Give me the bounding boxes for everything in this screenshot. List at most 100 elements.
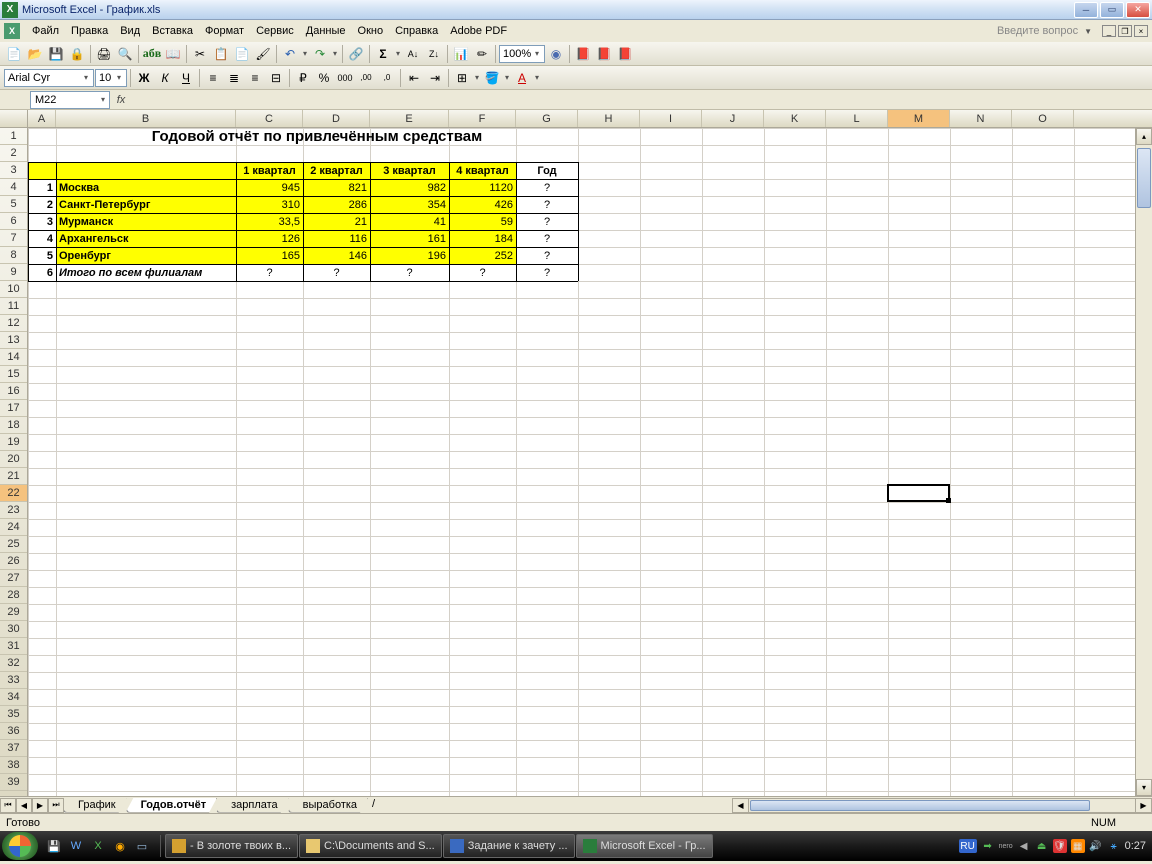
cell-B4[interactable]: Москва	[56, 179, 236, 196]
menu-edit[interactable]: Правка	[65, 23, 114, 39]
cell-B9[interactable]: Итого по всем филиалам	[56, 264, 236, 281]
row-header-21[interactable]: 21	[0, 468, 27, 485]
cell-C8[interactable]: 165	[236, 247, 303, 264]
name-box[interactable]: M22▾	[30, 91, 110, 109]
sheet-tab-Годов.отчёт[interactable]: Годов.отчёт	[126, 798, 218, 813]
tray-network-icon[interactable]: ▦	[1071, 839, 1085, 853]
row-header-30[interactable]: 30	[0, 621, 27, 638]
hscroll-thumb[interactable]	[750, 800, 1090, 811]
row-header-31[interactable]: 31	[0, 638, 27, 655]
cell-C3[interactable]: 1 квартал	[236, 162, 303, 179]
tray-bluetooth-icon[interactable]: ⚹	[1107, 839, 1121, 853]
sheet-tab-зарплата[interactable]: зарплата	[216, 798, 289, 813]
column-header-D[interactable]: D	[303, 110, 370, 127]
row-header-33[interactable]: 33	[0, 672, 27, 689]
row-header-11[interactable]: 11	[0, 298, 27, 315]
spellcheck-button[interactable]: абв	[142, 44, 162, 64]
zoom-box[interactable]: 100%▾	[499, 45, 545, 63]
cell-C4[interactable]: 945	[236, 179, 303, 196]
row-header-2[interactable]: 2	[0, 145, 27, 162]
row-header-7[interactable]: 7	[0, 230, 27, 247]
pdf-review-button[interactable]: 📕	[615, 44, 635, 64]
cell-C6[interactable]: 33,5	[236, 213, 303, 230]
taskbar-item[interactable]: Microsoft Excel - Гр...	[576, 834, 713, 858]
cell-E9[interactable]: ?	[370, 264, 449, 281]
doc-minimize-button[interactable]: _	[1102, 25, 1116, 37]
cell-F5[interactable]: 426	[449, 196, 516, 213]
select-all-corner[interactable]	[0, 110, 28, 127]
increase-decimal-button[interactable]: ,00	[356, 68, 376, 88]
cell-B6[interactable]: Мурманск	[56, 213, 236, 230]
cell-F7[interactable]: 184	[449, 230, 516, 247]
cell-E7[interactable]: 161	[370, 230, 449, 247]
column-header-L[interactable]: L	[826, 110, 888, 127]
cell-B3[interactable]	[56, 162, 236, 179]
tab-next-button[interactable]: ▶	[32, 798, 48, 813]
align-left-button[interactable]: ≡	[203, 68, 223, 88]
currency-button[interactable]: ₽	[293, 68, 313, 88]
column-header-A[interactable]: A	[28, 110, 56, 127]
tab-last-button[interactable]: ⏭	[48, 798, 64, 813]
cell-G3[interactable]: Год	[516, 162, 578, 179]
fx-button[interactable]: fx	[112, 94, 130, 106]
row-header-5[interactable]: 5	[0, 196, 27, 213]
autosum-dropdown[interactable]: ▾	[394, 49, 402, 58]
start-button[interactable]	[2, 832, 38, 860]
menu-insert[interactable]: Вставка	[146, 23, 199, 39]
help-search-hint[interactable]: Введите вопрос	[997, 25, 1082, 37]
row-header-35[interactable]: 35	[0, 706, 27, 723]
ql-desktop-icon[interactable]: ▭	[132, 836, 152, 856]
cell-G7[interactable]: ?	[516, 230, 578, 247]
new-button[interactable]: 📄	[4, 44, 24, 64]
doc-close-button[interactable]: ×	[1134, 25, 1148, 37]
menu-view[interactable]: Вид	[114, 23, 146, 39]
cell-F3[interactable]: 4 квартал	[449, 162, 516, 179]
column-header-M[interactable]: M	[888, 110, 950, 127]
tray-arrow-icon[interactable]: ➡	[981, 839, 995, 853]
cell-B8[interactable]: Оренбург	[56, 247, 236, 264]
row-header-3[interactable]: 3	[0, 162, 27, 179]
row-header-29[interactable]: 29	[0, 604, 27, 621]
hyperlink-button[interactable]: 🔗	[346, 44, 366, 64]
column-header-J[interactable]: J	[702, 110, 764, 127]
bold-button[interactable]: Ж	[134, 68, 154, 88]
hscroll-left-button[interactable]: ◀	[733, 799, 749, 812]
save-button[interactable]: 💾	[46, 44, 66, 64]
column-header-H[interactable]: H	[578, 110, 640, 127]
chart-wizard-button[interactable]: 📊	[451, 44, 471, 64]
menu-window[interactable]: Окно	[352, 23, 390, 39]
decrease-indent-button[interactable]: ⇤	[404, 68, 424, 88]
row-header-9[interactable]: 9	[0, 264, 27, 281]
hscroll-right-button[interactable]: ▶	[1135, 799, 1151, 812]
row-header-17[interactable]: 17	[0, 400, 27, 417]
row-header-24[interactable]: 24	[0, 519, 27, 536]
merge-center-button[interactable]: ⊟	[266, 68, 286, 88]
row-header-34[interactable]: 34	[0, 689, 27, 706]
row-header-38[interactable]: 38	[0, 757, 27, 774]
menu-tools[interactable]: Сервис	[250, 23, 300, 39]
permission-button[interactable]: 🔒	[67, 44, 87, 64]
ql-media-icon[interactable]: ◉	[110, 836, 130, 856]
cell-A6[interactable]: 3	[28, 213, 56, 230]
scroll-thumb[interactable]	[1137, 148, 1151, 208]
row-header-23[interactable]: 23	[0, 502, 27, 519]
clock[interactable]: 0:27	[1125, 840, 1146, 852]
align-right-button[interactable]: ≡	[245, 68, 265, 88]
taskbar-item[interactable]: - В золоте твоих в...	[165, 834, 298, 858]
tray-back-icon[interactable]: ◀	[1017, 839, 1031, 853]
sort-desc-button[interactable]: Z↓	[424, 44, 444, 64]
font-selector[interactable]: Arial Cyr▾	[4, 69, 94, 87]
cell-E5[interactable]: 354	[370, 196, 449, 213]
row-header-32[interactable]: 32	[0, 655, 27, 672]
column-header-O[interactable]: O	[1012, 110, 1074, 127]
sheet-tab-выработка[interactable]: выработка	[288, 798, 368, 813]
column-header-K[interactable]: K	[764, 110, 826, 127]
column-header-F[interactable]: F	[449, 110, 516, 127]
sort-asc-button[interactable]: A↓	[403, 44, 423, 64]
pdf-email-button[interactable]: 📕	[594, 44, 614, 64]
cell-D7[interactable]: 116	[303, 230, 370, 247]
row-header-12[interactable]: 12	[0, 315, 27, 332]
row-header-19[interactable]: 19	[0, 434, 27, 451]
cell-D6[interactable]: 21	[303, 213, 370, 230]
cell-E6[interactable]: 41	[370, 213, 449, 230]
